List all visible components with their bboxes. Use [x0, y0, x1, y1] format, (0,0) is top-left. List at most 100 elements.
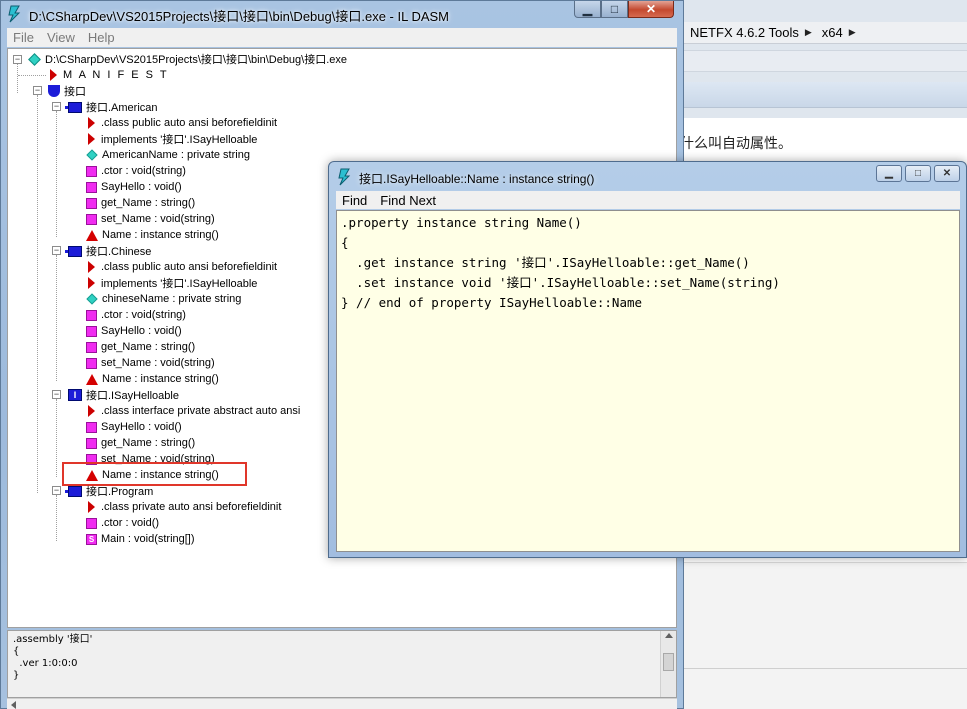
tree-node-class-program[interactable]: 接口.Program — [65, 483, 154, 499]
breadcrumb-item-netfx[interactable]: NETFX 4.6.2 Tools — [680, 25, 805, 40]
class-info-triangle-icon — [88, 261, 95, 273]
chevron-right-icon[interactable]: ▶ — [805, 27, 812, 38]
code-line: .get instance string '接口'.ISayHelloable:… — [341, 255, 750, 270]
method-icon — [86, 325, 97, 337]
tree-node-member[interactable]: .ctor : void() — [86, 515, 159, 531]
chevron-right-icon[interactable]: ▶ — [849, 27, 856, 38]
assembly-info-pane[interactable]: .assembly '接口' { .ver 1:0:0:0 } — [7, 630, 677, 698]
popup-window-title: 接口.ISayHelloable::Name : instance string… — [359, 172, 595, 186]
menu-find-next[interactable]: Find Next — [374, 193, 443, 208]
minimize-icon: ▁ — [582, 2, 593, 16]
tree-collapse-toggle[interactable]: − — [52, 390, 61, 399]
menu-help[interactable]: Help — [82, 30, 122, 45]
tree-node-member[interactable]: get_Name : string() — [86, 435, 195, 451]
tree-node-member[interactable]: implements '接口'.ISayHelloable — [86, 131, 257, 147]
static-method-icon: S — [86, 533, 97, 545]
popup-maximize-button[interactable]: □ — [905, 165, 931, 182]
method-icon — [86, 309, 97, 321]
method-icon — [86, 213, 97, 225]
tree-node-member[interactable]: .class public auto ansi beforefieldinit — [86, 115, 277, 131]
horizontal-scrollbar[interactable] — [7, 698, 677, 709]
manifest-label: M A N I F E S T — [63, 69, 169, 81]
tree-node-member[interactable]: .ctor : void(string) — [86, 163, 186, 179]
main-titlebar[interactable]: D:\CSharpDev\VS2015Projects\接口\接口\bin\De… — [1, 1, 683, 27]
tree-node-member[interactable]: Name : instance string() — [86, 227, 219, 243]
tree-collapse-toggle[interactable]: − — [13, 55, 22, 64]
manifest-icon — [50, 69, 57, 81]
member-label: get_Name : string() — [101, 197, 196, 209]
scroll-left-icon[interactable] — [11, 701, 16, 709]
member-label: chineseName : private string — [102, 293, 242, 305]
code-line: { — [341, 235, 349, 250]
tree-collapse-toggle[interactable]: − — [52, 246, 61, 255]
class-info-triangle-icon — [88, 117, 95, 129]
menu-view[interactable]: View — [41, 30, 82, 45]
info-line: } — [13, 670, 20, 681]
tree-node-member[interactable]: AmericanName : private string — [86, 147, 250, 163]
background-footer-area — [680, 562, 967, 709]
tree-node-member[interactable]: SayHello : void() — [86, 419, 182, 435]
tree-node-class-chinese[interactable]: 接口.Chinese — [65, 243, 152, 259]
info-line: { — [13, 646, 20, 657]
member-label: get_Name : string() — [101, 341, 196, 353]
tree-node-class-american[interactable]: 接口.American — [65, 99, 158, 115]
tree-connector — [56, 399, 57, 477]
tree-node-interface-isayhelloable[interactable]: I 接口.ISayHelloable — [68, 387, 179, 403]
member-label: set_Name : void(string) — [101, 213, 215, 225]
tree-node-member[interactable]: set_Name : void(string) — [86, 355, 215, 371]
tree-node-namespace[interactable]: 接口 — [48, 83, 86, 99]
maximize-button[interactable]: □ — [601, 1, 628, 18]
tree-collapse-toggle[interactable]: − — [52, 102, 61, 111]
tree-connector — [56, 111, 57, 237]
tree-node-member[interactable]: .class interface private abstract auto a… — [86, 403, 300, 419]
root-path-label: D:\CSharpDev\VS2015Projects\接口\接口\bin\De… — [45, 54, 348, 66]
namespace-label: 接口 — [64, 86, 86, 98]
ildasm-app-icon — [8, 5, 21, 23]
tree-node-member[interactable]: SayHello : void() — [86, 323, 182, 339]
tree-node-member[interactable]: .class private auto ansi beforefieldinit — [86, 499, 281, 515]
class-label: 接口.Program — [86, 486, 154, 498]
implements-triangle-icon — [88, 277, 95, 289]
property-triangle-icon — [86, 229, 98, 241]
vertical-scrollbar[interactable] — [660, 631, 676, 697]
info-line: .ver 1:0:0:0 — [13, 658, 78, 669]
ildasm-app-icon — [338, 168, 351, 186]
class-label: 接口.Chinese — [86, 246, 152, 258]
menu-find[interactable]: Find — [336, 193, 374, 208]
tree-node-root[interactable]: D:\CSharpDev\VS2015Projects\接口\接口\bin\De… — [28, 51, 347, 67]
class-label: 接口.American — [86, 102, 158, 114]
assembly-icon — [28, 52, 41, 66]
tree-node-member[interactable]: S Main : void(string[]) — [86, 531, 195, 547]
popup-minimize-button[interactable]: ▁ — [876, 165, 902, 182]
tree-node-member[interactable]: .ctor : void(string) — [86, 307, 186, 323]
tree-node-member[interactable]: chineseName : private string — [86, 291, 241, 307]
member-label: get_Name : string() — [101, 437, 196, 449]
tree-collapse-toggle[interactable]: − — [52, 486, 61, 495]
method-icon — [86, 181, 97, 193]
tree-node-member[interactable]: SayHello : void() — [86, 179, 182, 195]
tree-node-manifest[interactable]: M A N I F E S T — [48, 67, 169, 83]
breadcrumb-item-x64[interactable]: x64 — [812, 25, 849, 40]
tree-node-member[interactable]: get_Name : string() — [86, 339, 195, 355]
close-button[interactable]: ✕ — [628, 1, 674, 18]
tree-node-member[interactable]: .class public auto ansi beforefieldinit — [86, 259, 277, 275]
il-code-view[interactable]: .property instance string Name() { .get … — [336, 210, 960, 552]
interface-label: 接口.ISayHelloable — [86, 390, 179, 402]
minimize-button[interactable]: ▁ — [574, 1, 601, 18]
member-label: Main : void(string[]) — [101, 533, 195, 545]
tree-node-member[interactable]: set_Name : void(string) — [86, 211, 215, 227]
tree-node-member[interactable]: get_Name : string() — [86, 195, 195, 211]
tree-node-member[interactable]: implements '接口'.ISayHelloable — [86, 275, 257, 291]
member-label: SayHello : void() — [101, 325, 182, 337]
scroll-thumb[interactable] — [663, 653, 674, 671]
member-label: implements '接口'.ISayHelloable — [101, 278, 258, 290]
menu-file[interactable]: File — [7, 30, 41, 45]
popup-close-button[interactable]: ✕ — [934, 165, 960, 182]
tree-node-member[interactable]: Name : instance string() — [86, 371, 219, 387]
tree-collapse-toggle[interactable]: − — [33, 86, 42, 95]
interface-icon: I — [68, 389, 82, 401]
close-icon: ✕ — [942, 168, 952, 179]
scroll-up-icon[interactable] — [665, 633, 673, 638]
field-diamond-icon — [86, 293, 98, 305]
maximize-icon: □ — [610, 2, 619, 16]
